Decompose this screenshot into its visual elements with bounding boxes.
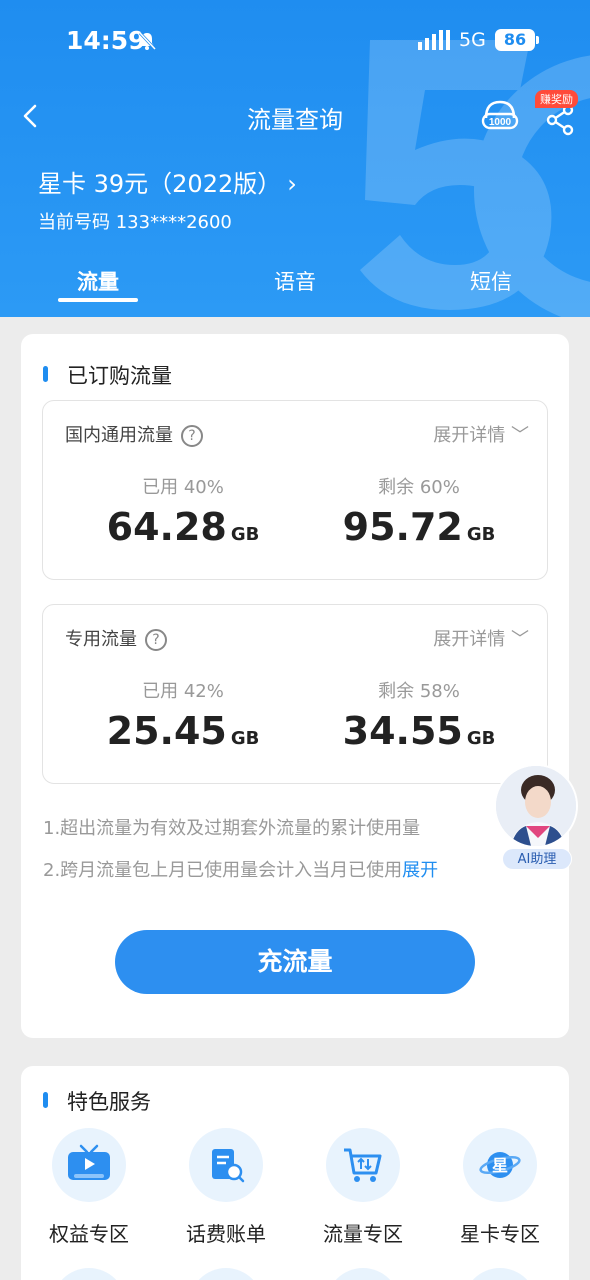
service-label: 流量专区	[323, 1222, 403, 1246]
service-label: 权益专区	[49, 1222, 129, 1246]
chevron-down-icon: ﹀	[511, 425, 529, 446]
chevron-right-icon: ›	[287, 170, 297, 198]
plan-name-label: 星卡 39元（2022版）	[38, 170, 282, 198]
remaining-column: 剩余 58% 34.55 GB	[309, 677, 529, 753]
used-value: 64.28	[106, 505, 227, 549]
tab-data[interactable]: 流量	[38, 266, 158, 296]
section-title: 特色服务	[67, 1090, 151, 1114]
tab-sms[interactable]: 短信	[431, 266, 551, 296]
domestic-data-box: 国内通用流量? 展开详情 ﹀ 已用 40% 64.28 GB 剩余 60% 95.…	[42, 400, 548, 580]
expand-details-button[interactable]: 展开详情 ﹀	[433, 421, 529, 447]
used-value: 25.45	[106, 709, 227, 753]
help-icon[interactable]: ?	[145, 629, 167, 651]
plan-name[interactable]: 星卡 39元（2022版） ›	[38, 164, 297, 199]
chevron-down-icon: ﹀	[511, 629, 529, 650]
remaining-column: 剩余 60% 95.72 GB	[309, 473, 529, 549]
notes-expand-link[interactable]: 展开	[402, 860, 438, 881]
service-data-zone[interactable]: 流量专区	[303, 1128, 423, 1247]
unit: GB	[230, 728, 260, 749]
remaining-value: 95.72	[342, 505, 463, 549]
service-icon-placeholder[interactable]	[463, 1268, 537, 1280]
note-2: 2.跨月流量包上月已使用量会计入当月已使用展开	[43, 856, 438, 882]
active-tab-indicator	[58, 298, 138, 302]
current-phone: 当前号码 133****2600	[38, 212, 232, 233]
used-column: 已用 40% 64.28 GB	[73, 473, 293, 549]
status-bar: 14:59 5G 86	[0, 22, 590, 62]
remaining-label: 剩余 60%	[378, 477, 460, 498]
section-marker	[43, 1092, 48, 1108]
dedicated-title-label: 专用流量	[65, 629, 137, 650]
status-time: 14:59	[66, 26, 146, 55]
domestic-title-label: 国内通用流量	[65, 425, 173, 446]
service-bill[interactable]: 话费账单	[166, 1128, 286, 1247]
note-2-text: 2.跨月流量包上月已使用量会计入当月已使用	[43, 860, 403, 881]
cart-icon	[326, 1128, 400, 1202]
remaining-value: 34.55	[342, 709, 463, 753]
network-type: 5G	[459, 29, 486, 51]
ai-assistant-label: AI助理	[502, 848, 572, 870]
reward-badge[interactable]: 赚奖励	[535, 90, 578, 108]
recharge-data-button[interactable]: 充流量	[115, 930, 475, 994]
bill-icon	[189, 1128, 263, 1202]
service-icon-placeholder[interactable]	[326, 1268, 400, 1280]
unit: GB	[230, 524, 260, 545]
section-title: 已订购流量	[67, 364, 172, 388]
note-1: 1.超出流量为有效及过期套外流量的累计使用量	[43, 818, 421, 839]
dedicated-data-box: 专用流量? 展开详情 ﹀ 已用 42% 25.45 GB 剩余 58% 34.55…	[42, 604, 548, 784]
service-label: 话费账单	[186, 1222, 266, 1246]
assistant-portrait-icon	[496, 766, 576, 846]
svg-text:1000: 1000	[489, 117, 512, 128]
tab-voice[interactable]: 语音	[235, 266, 355, 296]
expand-details-label: 展开详情	[433, 629, 506, 650]
tv-icon	[52, 1128, 126, 1202]
domestic-title: 国内通用流量?	[65, 421, 203, 447]
used-column: 已用 42% 25.45 GB	[73, 677, 293, 753]
battery-level: 86	[495, 29, 535, 51]
expand-details-label: 展开详情	[433, 425, 506, 446]
unit: GB	[466, 728, 496, 749]
service-star-card[interactable]: 星 星卡专区	[440, 1128, 560, 1247]
battery-cap	[536, 36, 539, 44]
mute-bell-icon	[138, 31, 157, 51]
expand-details-button[interactable]: 展开详情 ﹀	[433, 625, 529, 651]
signal-icon	[418, 30, 450, 50]
ai-assistant[interactable]: AI助理	[494, 764, 580, 872]
remaining-label: 剩余 58%	[378, 681, 460, 702]
service-label: 星卡专区	[460, 1222, 540, 1246]
nav-bar: 流量查询 1000 赚奖励	[0, 90, 590, 142]
service-icon-placeholder[interactable]	[189, 1268, 263, 1280]
dedicated-title: 专用流量?	[65, 625, 167, 651]
unit: GB	[466, 524, 496, 545]
used-label: 已用 40%	[142, 477, 224, 498]
used-label: 已用 42%	[142, 681, 224, 702]
svg-text:星: 星	[492, 1156, 508, 1175]
customer-service-icon[interactable]: 1000	[480, 96, 520, 136]
tab-bar: 流量 语音 短信	[0, 262, 590, 306]
header: 14:59 5G 86 流量查询 1000 赚奖励 星卡 39元（2022版） …	[0, 0, 590, 317]
ai-avatar	[494, 764, 578, 848]
subscribed-data-card: 已订购流量 国内通用流量? 展开详情 ﹀ 已用 40% 64.28 GB 剩余 6…	[21, 334, 569, 1038]
help-icon[interactable]: ?	[181, 425, 203, 447]
featured-services-card: 特色服务 权益专区 话费账单 流量专区 星 星卡专区	[21, 1066, 569, 1280]
service-icon-placeholder[interactable]	[52, 1268, 126, 1280]
planet-icon: 星	[463, 1128, 537, 1202]
section-marker	[43, 366, 48, 382]
service-benefits[interactable]: 权益专区	[29, 1128, 149, 1247]
